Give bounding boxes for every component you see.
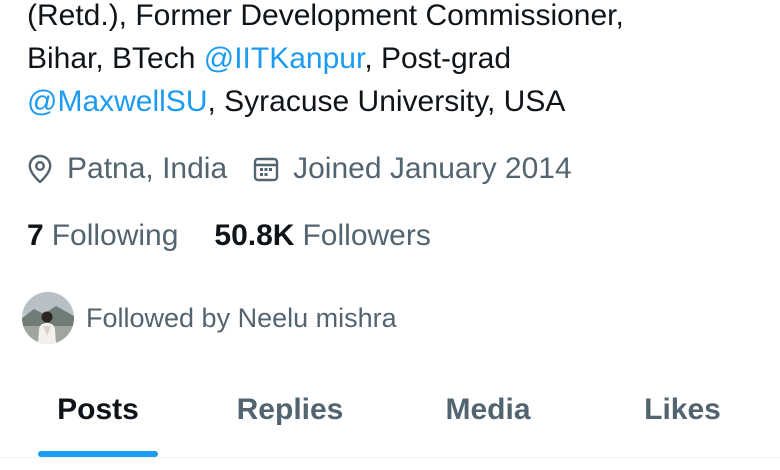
following-label: Following [51,219,179,252]
profile-meta: Patna, India Joined January 2014 [27,148,572,190]
avatar[interactable] [22,292,74,344]
follow-stats: 7 Following 50.8K Followers [27,215,431,257]
following-count: 7 [27,219,44,252]
tab-likes[interactable]: Likes [615,380,750,440]
mention-link-iitkanpur[interactable]: @IITKanpur [204,42,365,75]
tab-label: Media [445,393,531,426]
bio-line: @MaxwellSU, Syracuse University, USA [27,80,767,123]
location-pin-icon [28,154,52,184]
bio-text: (Retd.), Former Development Commissioner… [27,0,624,32]
followed-by[interactable]: Followed by Neelu mishra [22,292,397,344]
location-item: Patna, India [27,152,227,186]
bio-text: Bihar, BTech [27,42,204,75]
tab-media[interactable]: Media [418,380,558,440]
tabs-divider [0,457,780,458]
tab-label: Likes [644,393,721,426]
joined-item: Joined January 2014 [253,152,572,186]
bio-text: , Post-grad [364,42,512,75]
bio-text: , Syracuse University, USA [207,85,566,118]
following-link[interactable]: 7 Following [27,219,178,253]
joined-text: Joined January 2014 [293,152,572,185]
calendar-icon [253,157,279,182]
bio-line: Bihar, BTech @IITKanpur, Post-grad [27,37,767,80]
mention-link-maxwellsu[interactable]: @MaxwellSU [27,85,207,118]
tab-replies[interactable]: Replies [215,380,365,440]
profile-bio: (Retd.), Former Development Commissioner… [27,0,767,123]
followers-label: Followers [302,219,431,252]
profile-tabs: Posts Replies Media Likes [0,380,780,460]
tab-label: Posts [57,393,139,426]
followers-link[interactable]: 50.8K Followers [214,219,430,253]
followed-by-text: Followed by Neelu mishra [86,302,397,333]
location-text: Patna, India [67,152,228,185]
followers-count: 50.8K [214,219,295,252]
tab-posts[interactable]: Posts [38,380,158,440]
tab-label: Replies [236,393,344,426]
bio-line: (Retd.), Former Development Commissioner… [27,0,767,37]
